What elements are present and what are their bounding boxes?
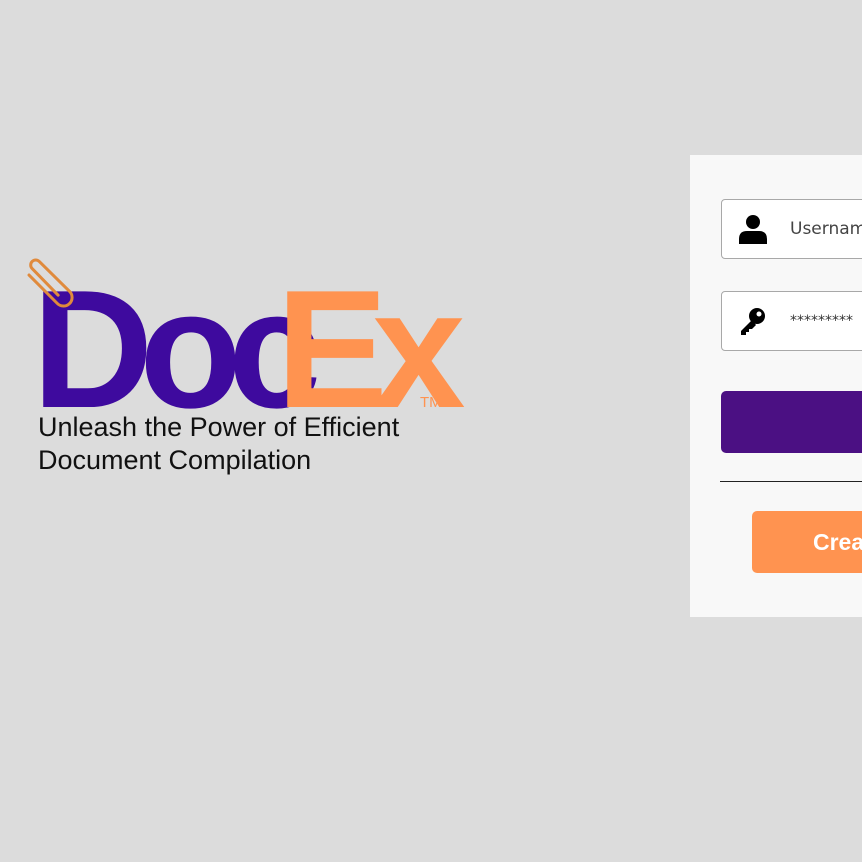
key-icon [741, 308, 765, 335]
tagline-line2: Document Compilation [38, 445, 312, 475]
divider [720, 481, 862, 482]
docex-wordmark: Doc Ex TM [27, 255, 481, 443]
username-input[interactable] [790, 214, 862, 244]
tagline: Unleash the Power of Efficient Document … [38, 411, 468, 477]
user-icon [739, 215, 767, 244]
username-field[interactable] [721, 199, 862, 259]
login-panel: Crea [690, 155, 862, 617]
tagline-line1: Unleash the Power of Efficient [38, 412, 400, 442]
trademark-mark: TM [420, 394, 442, 411]
password-field[interactable] [721, 291, 862, 351]
login-page: Doc Ex TM Unleash the Power of Efficient… [0, 0, 862, 862]
login-button[interactable] [721, 391, 862, 453]
docex-logo: Doc Ex TM Unleash the Power of Efficient… [22, 255, 481, 480]
create-account-button[interactable]: Crea [752, 511, 862, 573]
password-input[interactable] [790, 306, 862, 336]
